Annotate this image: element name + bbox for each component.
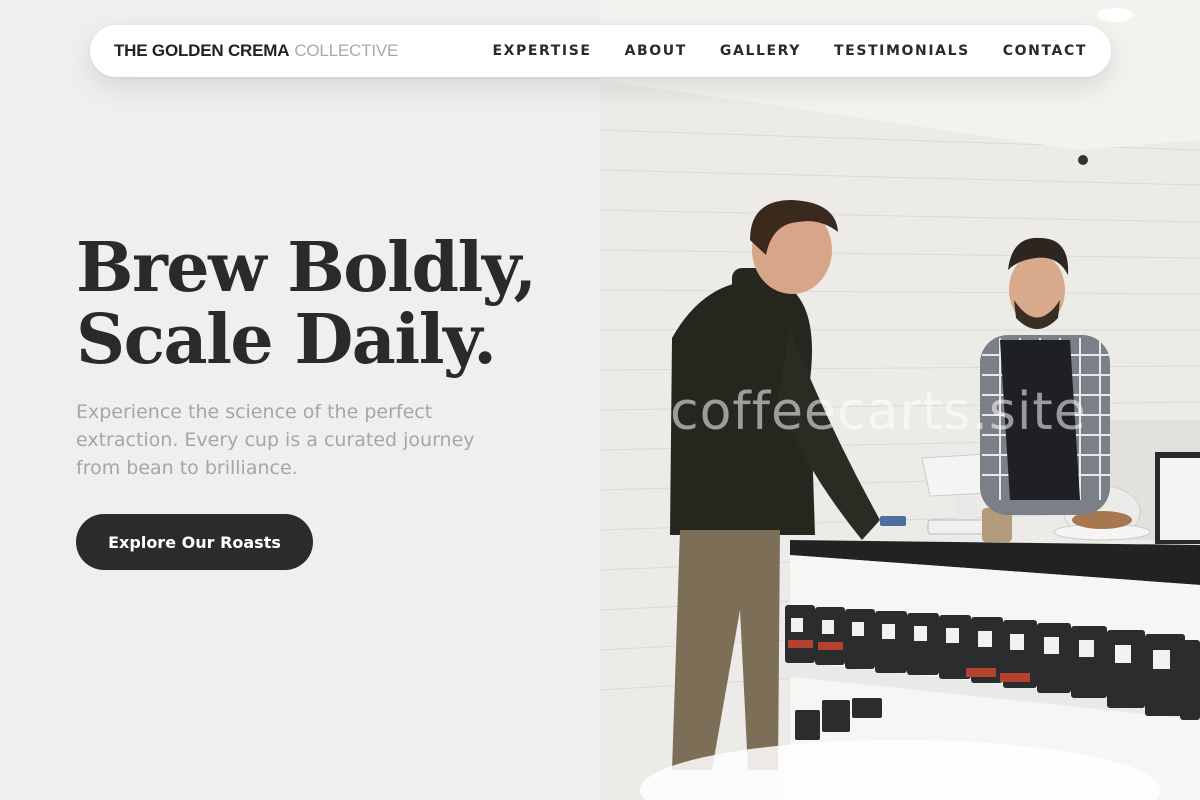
hero-left-panel: Brew Boldly, Scale Daily. Experience the…: [0, 0, 600, 800]
nav-link-gallery[interactable]: GALLERY: [720, 43, 801, 59]
brand-name-sub: COLLECTIVE: [294, 41, 399, 60]
photo-watermark: coffeecarts.site: [670, 382, 1087, 442]
brand-name-main: THE GOLDEN CREMA: [114, 41, 290, 60]
hero-subtext: Experience the science of the perfect ex…: [76, 401, 475, 479]
nav-links: EXPERTISE ABOUT GALLERY TESTIMONIALS CON…: [492, 43, 1087, 59]
top-navbar: THE GOLDEN CREMA COLLECTIVE EXPERTISE AB…: [90, 25, 1111, 77]
brand-logo[interactable]: THE GOLDEN CREMA COLLECTIVE: [114, 41, 398, 61]
nav-link-expertise[interactable]: EXPERTISE: [492, 43, 591, 59]
headline-line-2: Scale Daily.: [76, 300, 497, 380]
explore-roasts-button[interactable]: Explore Our Roasts: [76, 514, 313, 570]
nav-link-about[interactable]: ABOUT: [625, 43, 687, 59]
nav-link-testimonials[interactable]: TESTIMONIALS: [834, 43, 970, 59]
hero-photo: coffeecarts.site: [600, 0, 1200, 800]
headline-line-1: Brew Boldly,: [76, 228, 537, 308]
nav-link-contact[interactable]: CONTACT: [1003, 43, 1087, 59]
hero-headline: Brew Boldly, Scale Daily.: [76, 232, 596, 376]
